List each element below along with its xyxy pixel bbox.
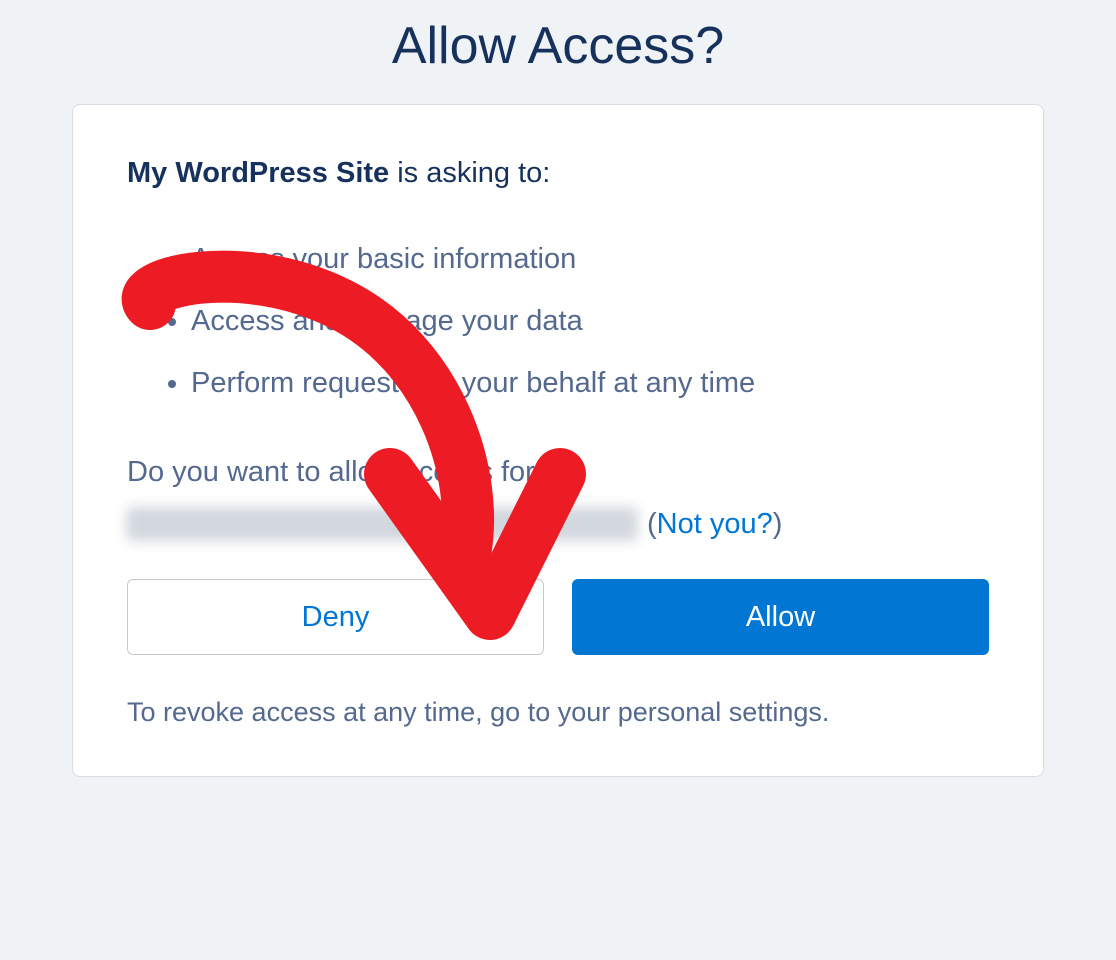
user-email-redacted	[127, 507, 637, 541]
not-you-link[interactable]: Not you?	[657, 508, 773, 540]
asking-line: My WordPress Site is asking to:	[127, 157, 989, 190]
user-identity-row: (Not you?)	[127, 507, 989, 541]
paren-open: (	[647, 508, 657, 540]
page-title: Allow Access?	[0, 0, 1116, 104]
consent-card: My WordPress Site is asking to: Access y…	[72, 104, 1044, 777]
paren-close: )	[773, 508, 783, 540]
asking-suffix: is asking to:	[389, 157, 550, 189]
not-you-wrap: (Not you?)	[647, 508, 782, 541]
allow-button[interactable]: Allow	[572, 579, 989, 655]
permission-item: Perform requests on your behalf at any t…	[191, 352, 989, 414]
revoke-note: To revoke access at any time, go to your…	[127, 697, 989, 728]
allow-question: Do you want to allow access for	[127, 456, 989, 489]
permission-item: Access and manage your data	[191, 290, 989, 352]
deny-button[interactable]: Deny	[127, 579, 544, 655]
button-row: Deny Allow	[127, 579, 989, 655]
permissions-list: Access your basic information Access and…	[127, 228, 989, 414]
app-name: My WordPress Site	[127, 157, 389, 189]
permission-item: Access your basic information	[191, 228, 989, 290]
